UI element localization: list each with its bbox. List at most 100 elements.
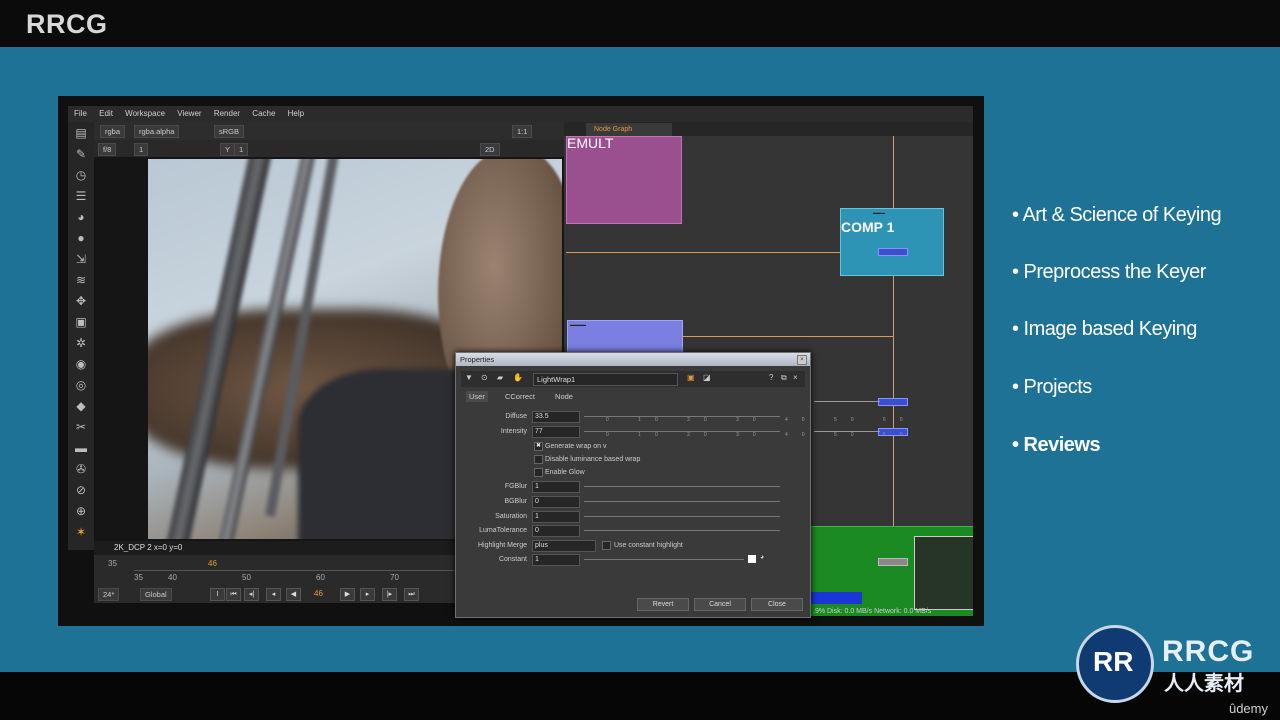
viewer-toolbar-top: rgba rgba.alpha sRGB 1:1: [94, 122, 564, 140]
node-dot[interactable]: [878, 248, 908, 256]
use-constant-checkbox[interactable]: [602, 541, 611, 550]
generate-wrap-checkbox[interactable]: ✖: [534, 442, 543, 451]
transform-icon[interactable]: ✥: [74, 294, 88, 308]
filter-icon[interactable]: ●: [74, 231, 88, 245]
tab-user[interactable]: User: [466, 391, 488, 402]
topic-item: • Preprocess the Keyer: [1012, 261, 1206, 283]
luma-tolerance-field[interactable]: 0: [532, 525, 580, 537]
keyer-icon[interactable]: ⇲: [74, 252, 88, 266]
particles-icon[interactable]: ✲: [74, 336, 88, 350]
merge-icon[interactable]: ≋: [74, 273, 88, 287]
last-frame-icon[interactable]: ⏭: [404, 588, 419, 601]
color-swatch-icon[interactable]: ▣: [687, 373, 695, 382]
color-icon[interactable]: ◕: [74, 210, 88, 224]
scope-select[interactable]: Global: [140, 588, 172, 601]
bgblur-field[interactable]: 0: [532, 496, 580, 508]
ofx-icon[interactable]: ⊘: [74, 483, 88, 497]
enable-glow-checkbox[interactable]: [534, 468, 543, 477]
color-wheel-icon[interactable]: ◕: [760, 554, 764, 561]
help-icon[interactable]: ?: [769, 373, 773, 382]
gain-value[interactable]: 1: [134, 143, 149, 156]
menu-edit[interactable]: Edit: [99, 109, 113, 118]
luma-tolerance-slider[interactable]: [584, 530, 780, 531]
metadata-icon[interactable]: ◆: [74, 399, 88, 413]
plugin-icon[interactable]: ⊕: [74, 504, 88, 518]
image-icon[interactable]: ▤: [74, 126, 88, 140]
close-icon[interactable]: ×: [797, 355, 807, 365]
saturation-field[interactable]: 1: [532, 511, 580, 523]
settings-icon[interactable]: ⊙: [481, 373, 488, 382]
node-graph-status: .9% Disk: 0.0 MB/s Network: 0.0 MB/s: [813, 608, 932, 615]
constant-field[interactable]: 1: [532, 554, 580, 566]
first-frame-icon[interactable]: ⏮: [226, 588, 241, 601]
prev-frame-icon[interactable]: ◂: [266, 588, 281, 601]
topic-item: • Art & Science of Keying: [1012, 204, 1222, 226]
colorspace-select[interactable]: sRGB: [214, 125, 245, 138]
menu-file[interactable]: File: [74, 109, 87, 118]
constant-slider[interactable]: [584, 559, 744, 560]
fstop-label[interactable]: f/8: [98, 143, 117, 156]
menu-cache[interactable]: Cache: [252, 109, 275, 118]
overlay-icon[interactable]: ◪: [703, 373, 711, 382]
saturation-slider[interactable]: [584, 516, 780, 517]
highlight-merge-select[interactable]: plus: [532, 540, 596, 552]
bgblur-slider[interactable]: [584, 501, 780, 502]
play-icon[interactable]: ▶: [340, 588, 355, 601]
menu-viewer[interactable]: Viewer: [177, 109, 201, 118]
channel-icon[interactable]: ☰: [74, 189, 88, 203]
deep-icon[interactable]: ◉: [74, 357, 88, 371]
diffuse-field[interactable]: 33.5: [532, 411, 580, 423]
slider-ticks: 0 10 20 30 40 50 60: [606, 417, 917, 423]
revert-button[interactable]: Revert: [637, 598, 689, 611]
tick-label: 35: [134, 573, 143, 582]
fgblur-slider[interactable]: [584, 486, 780, 487]
nuke-icon[interactable]: ✶: [74, 525, 88, 539]
playhead-label[interactable]: 46: [208, 559, 217, 568]
draw-icon[interactable]: ✎: [74, 147, 88, 161]
furnace-icon[interactable]: ✇: [74, 462, 88, 476]
tab-ccorrect[interactable]: CCorrect: [502, 391, 538, 402]
tab-node-graph[interactable]: Node Graph: [586, 123, 672, 136]
pipe-line: [814, 401, 880, 402]
minimap[interactable]: [914, 536, 973, 610]
color-swatch[interactable]: [748, 555, 756, 563]
node-dot[interactable]: [878, 558, 908, 566]
intensity-field[interactable]: 77: [532, 426, 580, 438]
prev-key-icon[interactable]: ◂|: [244, 588, 259, 601]
toolbar-left: ▤ ✎ ◷ ☰ ◕ ● ⇲ ≋ ✥ ▣ ✲ ◉ ◎ ◆ ✂ ▬ ✇ ⊘ ⊕ ✶: [68, 122, 94, 550]
premult-backdrop[interactable]: EMULT: [566, 136, 682, 224]
time-icon[interactable]: ◷: [74, 168, 88, 182]
3d-icon[interactable]: ▣: [74, 315, 88, 329]
node-dot[interactable]: [878, 398, 908, 406]
next-key-icon[interactable]: |▸: [382, 588, 397, 601]
menu-help[interactable]: Help: [288, 109, 304, 118]
tab-node[interactable]: Node: [552, 391, 576, 402]
collapse-icon[interactable]: ▼: [465, 373, 473, 382]
current-frame[interactable]: 46: [314, 589, 323, 598]
in-point-icon[interactable]: I: [210, 588, 225, 601]
views-icon[interactable]: ◎: [74, 378, 88, 392]
node-icon[interactable]: ▰: [497, 373, 503, 382]
panel-close-icon[interactable]: ×: [793, 373, 798, 382]
alpha-select[interactable]: rgba.alpha: [134, 125, 180, 138]
gamma-value[interactable]: 1: [234, 143, 249, 156]
comp-backdrop[interactable]: ▬▬▬ COMP 1: [840, 208, 944, 276]
disable-lum-checkbox[interactable]: [534, 455, 543, 464]
next-frame-icon[interactable]: ▸: [360, 588, 375, 601]
pick-icon[interactable]: ✋: [513, 373, 523, 382]
zoom-select[interactable]: 1:1: [512, 125, 533, 138]
blue-node[interactable]: [810, 592, 862, 604]
channels-select[interactable]: rgba: [100, 125, 126, 138]
close-button[interactable]: Close: [751, 598, 803, 611]
fps-select[interactable]: 24*: [98, 588, 120, 601]
menu-render[interactable]: Render: [214, 109, 240, 118]
view-mode-select[interactable]: 2D: [480, 143, 500, 156]
other-icon[interactable]: ▬: [74, 441, 88, 455]
float-icon[interactable]: ⧉: [781, 373, 787, 383]
toolsets-icon[interactable]: ✂: [74, 420, 88, 434]
node-name-field[interactable]: LightWrap1: [533, 373, 678, 386]
play-back-icon[interactable]: ◀: [286, 588, 301, 601]
fgblur-field[interactable]: 1: [532, 481, 580, 493]
cancel-button[interactable]: Cancel: [694, 598, 746, 611]
menu-workspace[interactable]: Workspace: [125, 109, 165, 118]
